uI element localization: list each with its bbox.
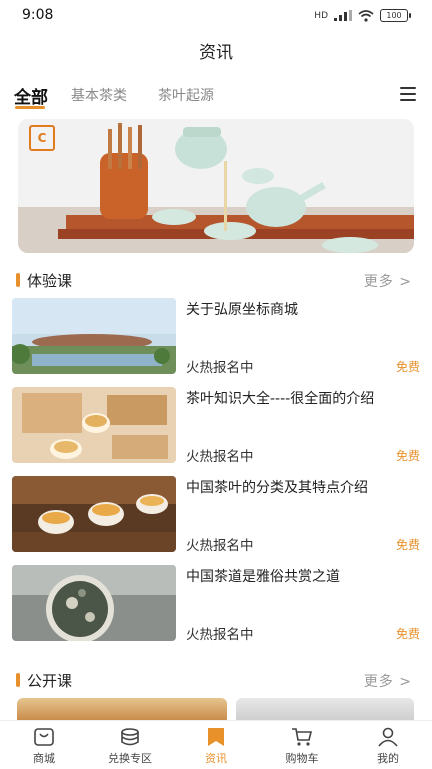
status-time: 9:08 [22, 7, 54, 23]
course-price: 免费 [395, 449, 420, 463]
category-tabs: 全部 基本茶类 茶叶起源 [14, 84, 424, 116]
course-status: 火热报名中 [186, 449, 254, 465]
course-price: 免费 [395, 627, 420, 641]
course-item[interactable]: 茶叶知识大全----很全面的介绍 火热报名中 免费 [12, 387, 422, 465]
shop-icon [34, 728, 54, 746]
section-title: 体验课 [27, 272, 73, 290]
course-title: 关于弘原坐标商城 [186, 302, 298, 318]
signal-icon [334, 10, 352, 21]
news-icon [208, 728, 224, 746]
tabbar-item-profile[interactable]: 我的 [358, 727, 418, 766]
course-item[interactable]: 关于弘原坐标商城 火热报名中 免费 [12, 298, 422, 376]
tabbar-item-news[interactable]: 资讯 [186, 727, 246, 766]
course-title: 茶叶知识大全----很全面的介绍 [186, 391, 375, 407]
bottom-tab-bar: 商城 兑换专区 资讯 购物车 我的 [0, 720, 432, 769]
exchange-icon [121, 728, 139, 746]
tab-basic-tea[interactable]: 基本茶类 [71, 85, 127, 105]
tab-all[interactable]: 全部 [14, 83, 48, 108]
tabbar-item-shop[interactable]: 商城 [14, 727, 74, 766]
course-title: 中国茶叶的分类及其特点介绍 [186, 480, 368, 496]
course-item[interactable]: 中国茶叶的分类及其特点介绍 火热报名中 免费 [12, 476, 422, 554]
more-link[interactable]: 更多 > [364, 271, 412, 291]
course-price: 免费 [395, 538, 420, 552]
battery-icon: 100 [380, 9, 411, 22]
status-icons: HD 100 [314, 9, 411, 22]
menu-icon[interactable] [400, 87, 416, 101]
course-price: 免费 [395, 360, 420, 374]
page-title: 资讯 [199, 43, 233, 63]
tabbar-label: 资讯 [205, 752, 227, 765]
course-thumbnail [12, 476, 176, 552]
more-link[interactable]: 更多 > [364, 671, 412, 691]
section-title: 公开课 [27, 672, 73, 690]
profile-icon [378, 727, 398, 747]
course-thumbnail [12, 298, 176, 374]
section-bar [16, 273, 20, 287]
section-public: 公开课 更多 > [16, 670, 414, 690]
banner[interactable]: C [18, 119, 414, 253]
public-course-thumbnail[interactable] [236, 698, 414, 720]
course-thumbnail [12, 387, 176, 463]
active-tab-indicator [15, 106, 45, 109]
public-course-thumbnail[interactable] [17, 698, 227, 720]
course-thumbnail [12, 565, 176, 641]
section-bar [16, 673, 20, 687]
status-bar: 9:08 HD 100 [0, 0, 432, 32]
section-experience: 体验课 更多 > [16, 270, 414, 290]
tabbar-item-exchange[interactable]: 兑换专区 [100, 727, 160, 766]
tabbar-item-cart[interactable]: 购物车 [272, 727, 332, 766]
brand-logo: C [29, 125, 55, 151]
network-type: HD [314, 10, 328, 21]
tabbar-label: 兑换专区 [108, 752, 152, 765]
banner-image [18, 119, 414, 253]
course-status: 火热报名中 [186, 627, 254, 643]
course-status: 火热报名中 [186, 360, 254, 376]
course-item[interactable]: 中国茶道是雅俗共赏之道 火热报名中 免费 [12, 565, 422, 643]
course-title: 中国茶道是雅俗共赏之道 [186, 569, 340, 585]
course-status: 火热报名中 [186, 538, 254, 554]
wifi-icon [358, 9, 374, 22]
tabbar-label: 购物车 [285, 752, 319, 765]
cart-icon [292, 728, 313, 746]
tabbar-label: 我的 [377, 752, 399, 765]
tab-tea-origin[interactable]: 茶叶起源 [158, 85, 214, 105]
tabbar-label: 商城 [33, 752, 55, 765]
